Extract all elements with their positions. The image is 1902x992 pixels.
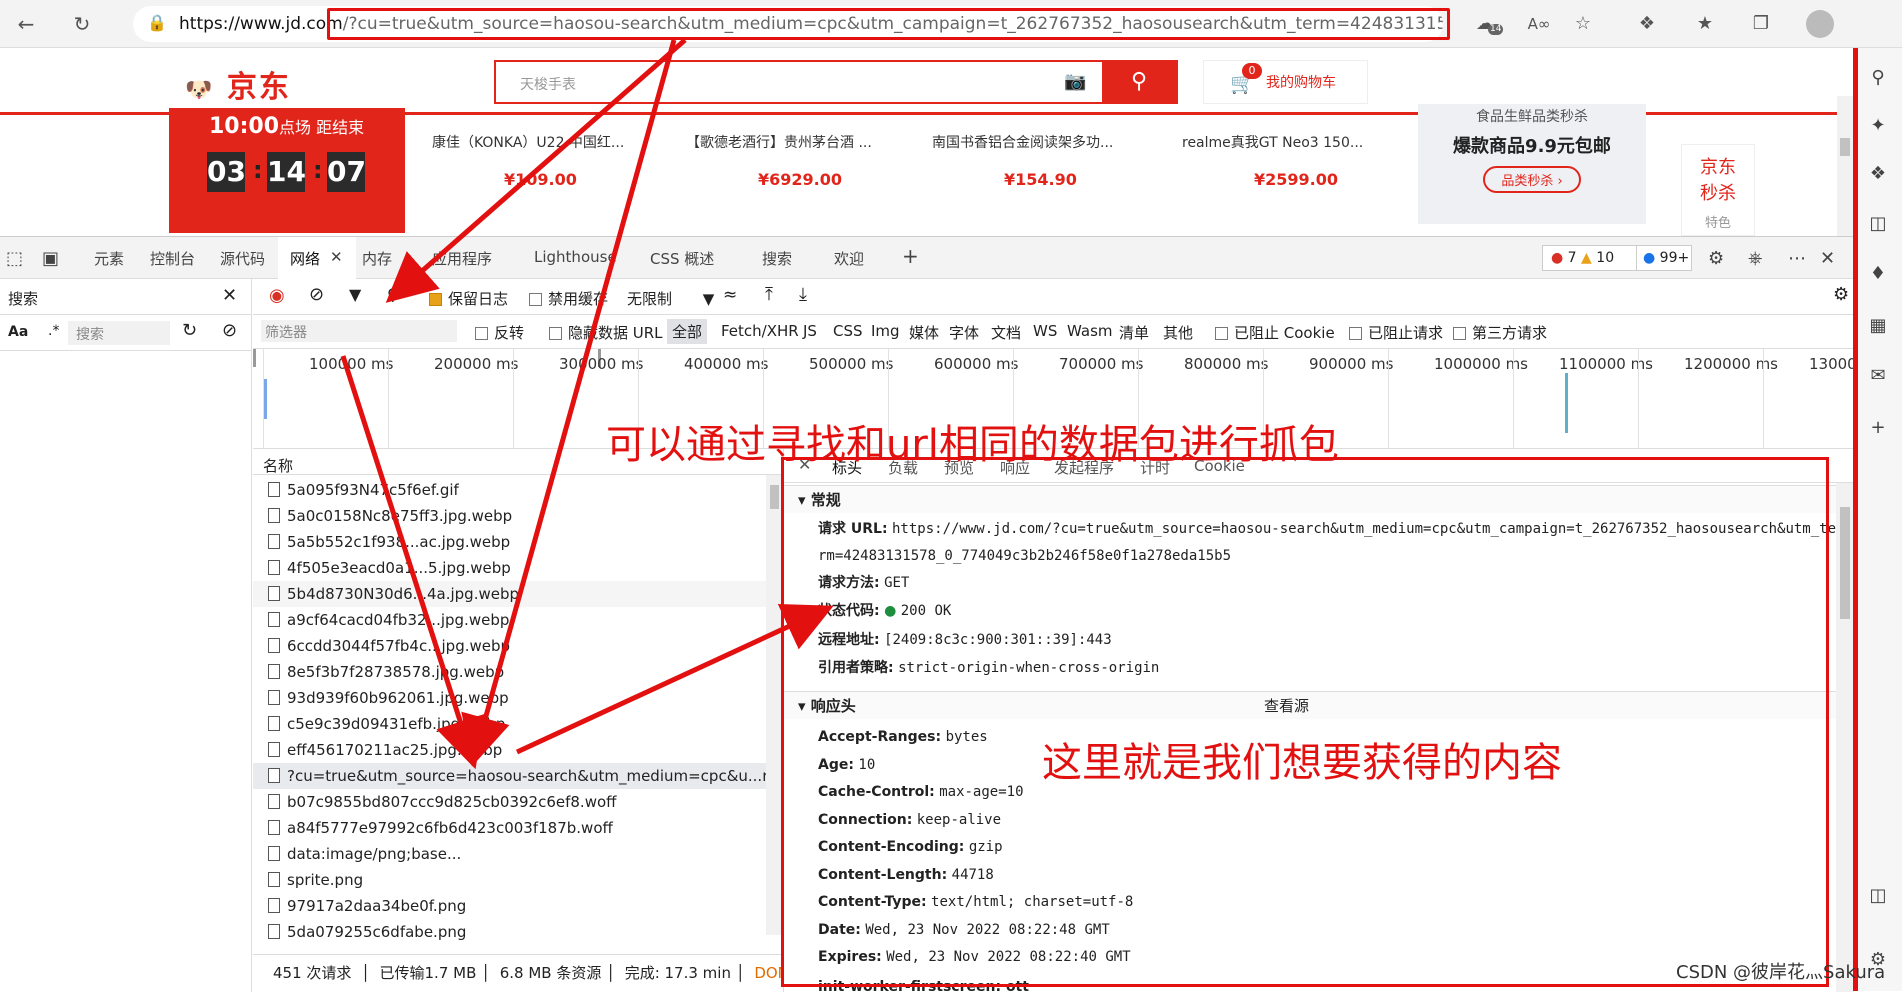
arrow-request-to-headers [515, 603, 834, 755]
arrow-url-to-filter [385, 38, 687, 303]
annotation-arrows [340, 38, 834, 770]
csdn-watermark: CSDN @彼岸花灬Sakura [1676, 962, 1886, 983]
arrow-url-to-request [461, 39, 677, 767]
arrow-timeline-to-request [340, 355, 485, 770]
